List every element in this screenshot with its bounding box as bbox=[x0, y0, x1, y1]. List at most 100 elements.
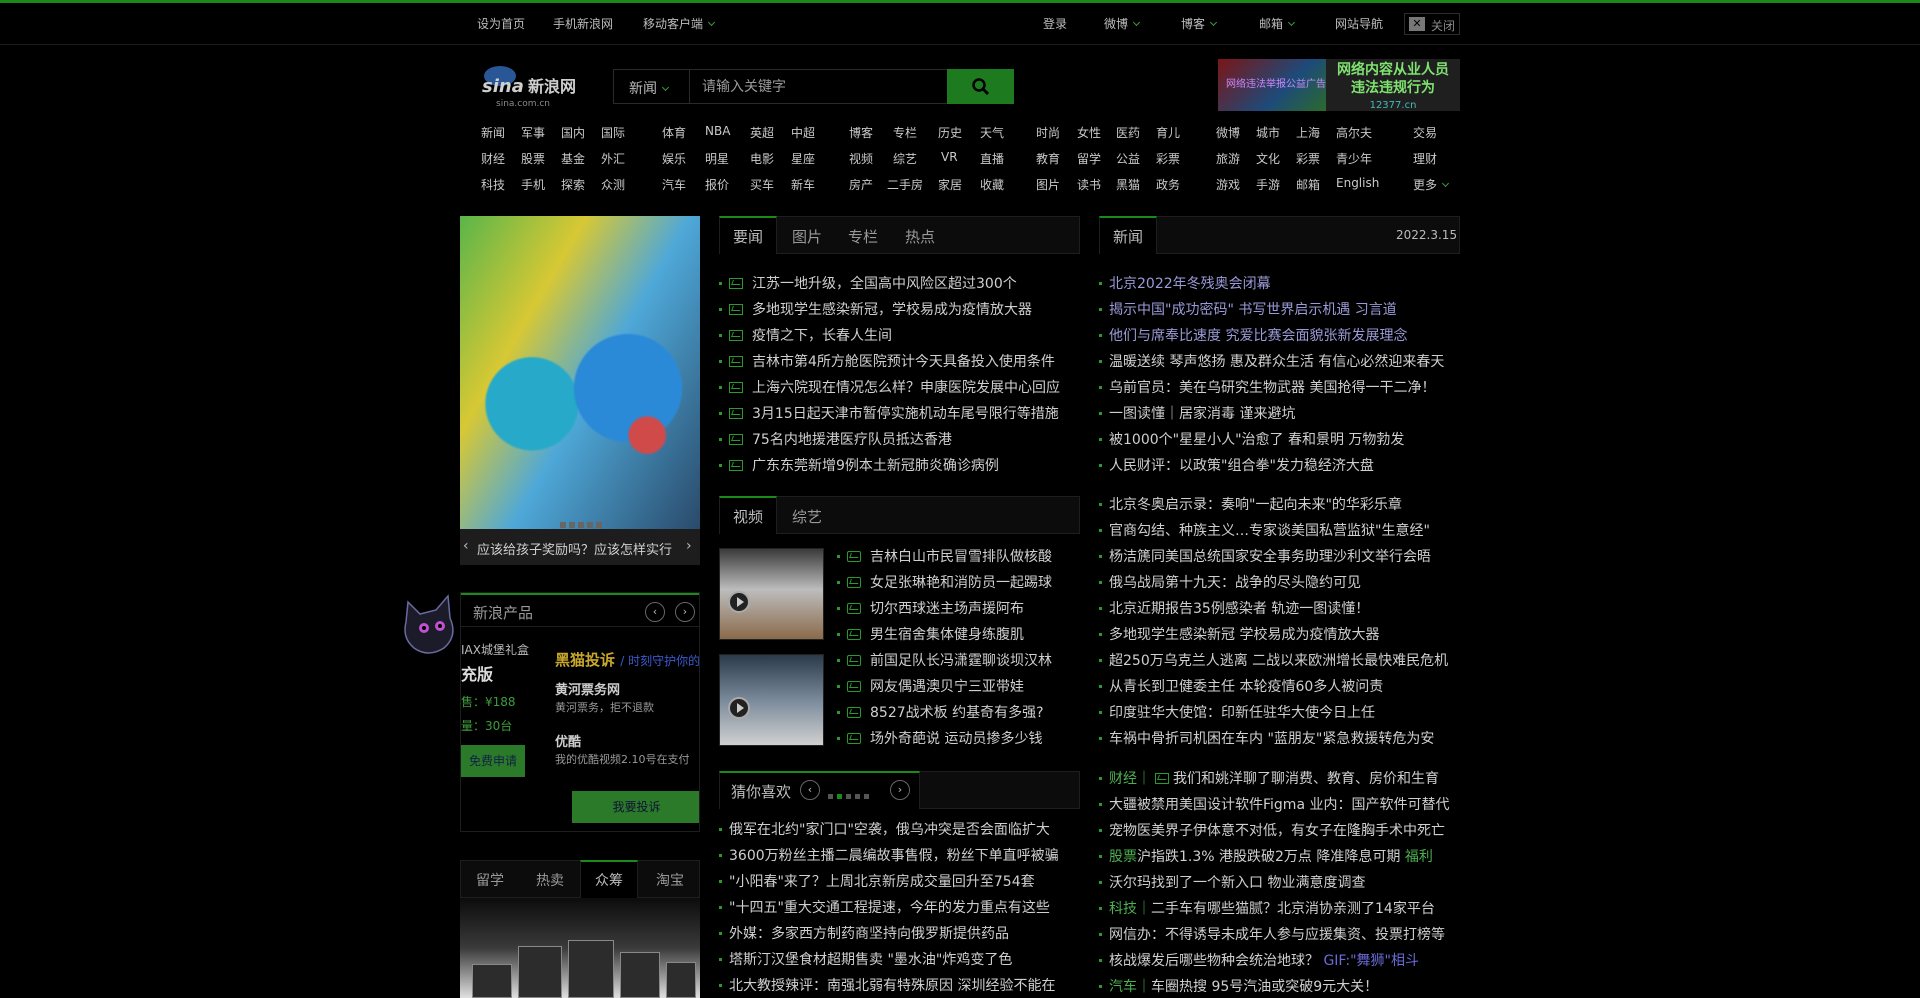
nav-link[interactable]: 彩票 bbox=[1156, 150, 1180, 167]
nav-link[interactable]: 基金 bbox=[561, 150, 585, 167]
list-item[interactable]: 疫情之下，长春人生间 bbox=[719, 323, 1080, 349]
news-title[interactable]: 从青长到卫健委主任 本轮疫情60多人被问责 bbox=[1109, 674, 1383, 700]
list-item[interactable]: 前国足队长冯潇霆聊谈坝汉林 bbox=[837, 648, 1082, 674]
nav-link[interactable]: 国内 bbox=[561, 124, 585, 141]
nav-link[interactable]: 汽车 bbox=[662, 176, 686, 193]
nav-link[interactable]: English bbox=[1336, 176, 1379, 190]
tab-video[interactable]: 视频 bbox=[733, 506, 763, 527]
nav-link[interactable]: 买车 bbox=[750, 176, 774, 193]
nav-link[interactable]: 图片 bbox=[1036, 176, 1060, 193]
news-title[interactable]: 塔斯汀汉堡食材超期售卖 "墨水油"炸鸡变了色 bbox=[729, 947, 1012, 973]
nav-link[interactable]: 博客 bbox=[849, 124, 873, 141]
news-title[interactable]: 疫情之下，长春人生间 bbox=[752, 323, 892, 349]
nav-link[interactable]: 高尔夫 bbox=[1336, 124, 1372, 141]
list-item[interactable]: 揭示中国"成功密码" 书写世界启示机遇 习言道 bbox=[1099, 297, 1460, 323]
news-title[interactable]: 江苏一地升级，全国高中风险区超过300个 bbox=[752, 271, 1017, 297]
news-title[interactable]: 沪指跌1.3% 港股跌破2万点 降准降息可期 bbox=[1137, 849, 1400, 865]
list-item[interactable]: 外媒：多家西方制药商坚持向俄罗斯提供药品 bbox=[719, 921, 1080, 947]
video-title[interactable]: 男生宿舍集体健身练腹肌 bbox=[870, 622, 1024, 648]
news-title[interactable]: 核战爆发后哪些物种会统治地球？ bbox=[1109, 953, 1319, 969]
page-dot[interactable] bbox=[855, 794, 860, 799]
news-title[interactable]: 人民财评：以政策"组合拳"发力稳经济大盘 bbox=[1109, 453, 1374, 479]
chevron-right-icon[interactable]: › bbox=[890, 780, 910, 800]
nav-link[interactable]: 新车 bbox=[791, 176, 815, 193]
list-item[interactable]: 被1000个"星星小人"治愈了 春和景明 万物勃发 bbox=[1099, 427, 1460, 453]
news-title[interactable]: 3600万粉丝主播二晨编故事售假，粉丝下单直呼被骗 bbox=[729, 843, 1059, 869]
sina-logo[interactable]: sina 新浪网 sina.com.cn bbox=[478, 58, 590, 110]
list-item[interactable]: 8527战术板 约基奇有多强? bbox=[837, 700, 1082, 726]
news-title[interactable]: "小阳春"来了？上周北京新房成交量回升至754套 bbox=[729, 869, 1035, 895]
page-dot[interactable] bbox=[846, 794, 851, 799]
news-title[interactable]: 北大教授辣评：南强北弱有特殊原因 深圳经验不能在 bbox=[729, 973, 1055, 998]
nav-more-link[interactable]: 更多 bbox=[1413, 176, 1450, 193]
ad-banner[interactable]: 网络违法举报公益广告 网络内容从业人员 违法违规行为 12377.cn bbox=[1218, 59, 1460, 111]
list-item[interactable]: 女足张琳艳和消防员一起踢球 bbox=[837, 570, 1082, 596]
category-tag[interactable]: 汽车｜ bbox=[1109, 979, 1151, 995]
list-item[interactable]: 从青长到卫健委主任 本轮疫情60多人被问责 bbox=[1099, 674, 1460, 700]
list-item[interactable]: 北京近期报告35例感染者 轨迹一图读懂！ bbox=[1099, 596, 1460, 622]
list-item[interactable]: 广东东莞新增9例本土新冠肺炎确诊病例 bbox=[719, 453, 1080, 479]
extra-link[interactable]: GIF:"舞狮"相斗 bbox=[1323, 953, 1419, 969]
video-title[interactable]: 8527战术板 约基奇有多强? bbox=[870, 700, 1044, 726]
list-item[interactable]: 上海六院现在情况怎么样？申康医院发展中心回应 bbox=[719, 375, 1080, 401]
nav-link[interactable]: 电影 bbox=[750, 150, 774, 167]
nav-link[interactable]: 财经 bbox=[481, 150, 505, 167]
nav-link[interactable]: 科技 bbox=[481, 176, 505, 193]
nav-link[interactable]: 天气 bbox=[980, 124, 1004, 141]
list-item[interactable]: 沃尔玛找到了一个新入口 物业满意度调查 bbox=[1099, 870, 1460, 896]
news-title[interactable]: 他们与席奉比速度 究爱比赛会面貌张新发展理念 bbox=[1109, 323, 1407, 349]
video-thumbnail[interactable] bbox=[719, 548, 824, 640]
news-title[interactable]: 车祸中骨折司机困在车内 "蓝朋友"紧急救援转危为安 bbox=[1109, 726, 1434, 752]
list-item[interactable]: 塔斯汀汉堡食材超期售卖 "墨水油"炸鸡变了色 bbox=[719, 947, 1080, 973]
search-input[interactable] bbox=[694, 70, 944, 103]
news-title[interactable]: 北京近期报告35例感染者 轨迹一图读懂！ bbox=[1109, 596, 1369, 622]
list-item[interactable]: 切尔西球迷主场声援阿布 bbox=[837, 596, 1082, 622]
list-item[interactable]: 俄军在北约"家门口"空袭，俄乌冲突是否会面临扩大 bbox=[719, 817, 1080, 843]
list-item[interactable]: 北大教授辣评：南强北弱有特殊原因 深圳经验不能在 bbox=[719, 973, 1080, 998]
nav-link[interactable]: 城市 bbox=[1256, 124, 1280, 141]
right-news-title[interactable]: 新闻 bbox=[1113, 226, 1143, 247]
search-button[interactable] bbox=[947, 69, 1014, 104]
nav-link[interactable]: 星座 bbox=[791, 150, 815, 167]
weibo-menu[interactable]: 微博 bbox=[1104, 15, 1141, 32]
category-tag[interactable]: 股票 bbox=[1109, 849, 1137, 865]
list-item[interactable]: 网友偶遇澳贝宁三亚带娃 bbox=[837, 674, 1082, 700]
video-thumbnail[interactable] bbox=[719, 654, 824, 746]
nav-link[interactable]: 黑猫 bbox=[1116, 176, 1140, 193]
list-item[interactable]: 3月15日起天津市暂停实施机动车尾号限行等措施 bbox=[719, 401, 1080, 427]
nav-link[interactable]: NBA bbox=[705, 124, 730, 138]
list-item[interactable]: 北京冬奥启示录：奏响"一起向未来"的华彩乐章 bbox=[1099, 492, 1460, 518]
nav-link[interactable]: 育儿 bbox=[1156, 124, 1180, 141]
product-promo[interactable]: IAX城堡礼盒 充版 售：¥188 量：30台 免费申请 bbox=[461, 641, 533, 801]
news-title[interactable]: 温暖送续 琴声悠扬 惠及群众生活 有信心必然迎来春天 bbox=[1109, 349, 1444, 375]
slideshow-dot[interactable] bbox=[569, 522, 575, 528]
chevron-left-icon[interactable]: ‹ bbox=[645, 602, 665, 622]
news-title[interactable]: 3月15日起天津市暂停实施机动车尾号限行等措施 bbox=[752, 401, 1059, 427]
nav-link[interactable]: 手机 bbox=[521, 176, 545, 193]
mail-menu[interactable]: 邮箱 bbox=[1259, 15, 1296, 32]
list-item[interactable]: 印度驻华大使馆：印新任驻华大使今日上任 bbox=[1099, 700, 1460, 726]
news-title[interactable]: 俄乌战局第十九天：战争的尽头隐约可见 bbox=[1109, 570, 1361, 596]
list-item[interactable]: 财经｜ 我们和姚洋聊了聊消费、教育、房价和生育 bbox=[1099, 766, 1460, 792]
nav-link[interactable]: VR bbox=[941, 150, 958, 164]
news-title[interactable]: 广东东莞新增9例本土新冠肺炎确诊病例 bbox=[752, 453, 999, 479]
nav-link[interactable]: 房产 bbox=[849, 176, 873, 193]
list-item[interactable]: 温暖送续 琴声悠扬 惠及群众生活 有信心必然迎来春天 bbox=[1099, 349, 1460, 375]
nav-link[interactable]: 体育 bbox=[662, 124, 686, 141]
nav-link[interactable]: 综艺 bbox=[893, 150, 917, 167]
nav-link[interactable]: 外汇 bbox=[601, 150, 625, 167]
nav-link[interactable]: 国际 bbox=[601, 124, 625, 141]
slideshow-image[interactable] bbox=[460, 216, 700, 529]
tab-hot-sale[interactable]: 热卖 bbox=[536, 870, 564, 890]
site-nav-link[interactable]: 网站导航 bbox=[1335, 15, 1383, 32]
news-title[interactable]: 网信办：不得诱导未成年人参与应援集资、投票打榜等 bbox=[1109, 922, 1445, 948]
nav-link[interactable]: 文化 bbox=[1256, 150, 1280, 167]
nav-link[interactable]: 英超 bbox=[750, 124, 774, 141]
black-cat-mascot-icon[interactable] bbox=[398, 592, 462, 658]
tab-variety[interactable]: 综艺 bbox=[792, 506, 822, 527]
news-title[interactable]: 宠物医美界子伊体意不对低，有女子在隆胸手术中死亡 bbox=[1109, 818, 1445, 844]
nav-link[interactable]: 报价 bbox=[705, 176, 729, 193]
news-title[interactable]: 一图读懂｜居家消毒 谨来避坑 bbox=[1109, 401, 1295, 427]
list-item[interactable]: "十四五"重大交通工程提速，今年的发力重点有这些 bbox=[719, 895, 1080, 921]
chevron-right-icon[interactable]: › bbox=[675, 602, 695, 622]
